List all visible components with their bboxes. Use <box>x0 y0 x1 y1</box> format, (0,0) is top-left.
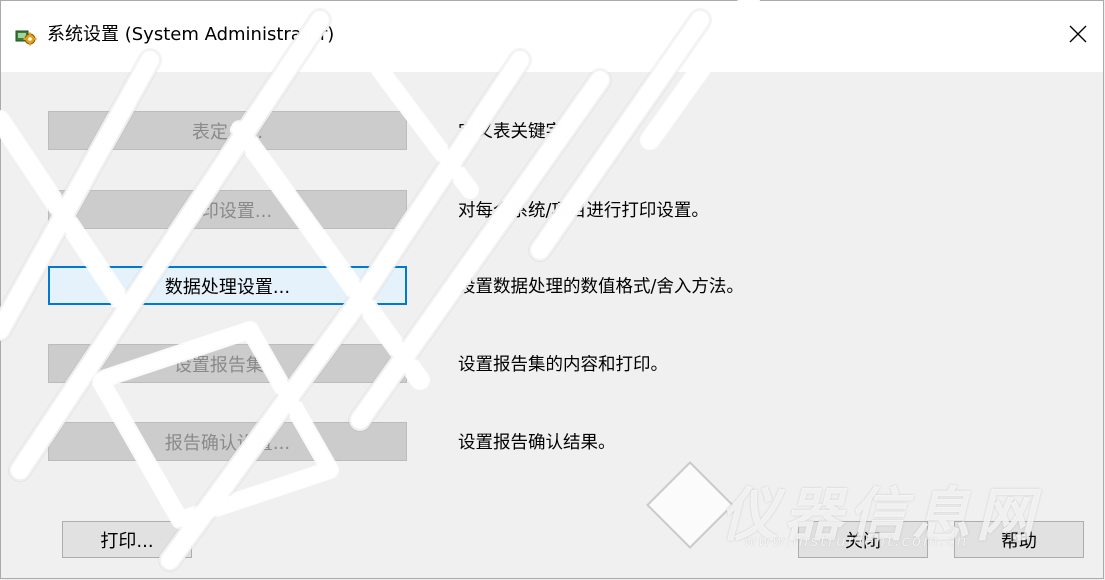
close-button[interactable]: 关闭 <box>798 521 928 558</box>
report-set-settings-button-label: 设置报告集... <box>173 354 282 376</box>
table-definition-description: 定义表关键字。 <box>458 122 581 142</box>
print-button-label: 打印... <box>100 530 154 552</box>
report-confirmation-settings-button-label: 报告确认设置... <box>164 432 291 454</box>
close-button-label: 关闭 <box>845 530 881 552</box>
report-confirmation-settings-button[interactable]: 报告确认设置... <box>48 422 407 461</box>
table-definition-button-label: 表定义... <box>191 121 264 143</box>
settings-gear-icon <box>15 25 37 47</box>
print-button[interactable]: 打印... <box>62 521 192 558</box>
report-set-settings-button[interactable]: 设置报告集... <box>48 344 407 383</box>
window-title: 系统设置 (System Administrator) <box>47 24 335 45</box>
help-button[interactable]: 帮助 <box>954 521 1084 558</box>
print-settings-description: 对每个系统/项目进行打印设置。 <box>458 201 709 221</box>
system-settings-dialog: 系统设置 (System Administrator) 表定义... 定义表关键… <box>0 0 1104 579</box>
report-set-settings-description: 设置报告集的内容和打印。 <box>458 355 668 375</box>
help-button-label: 帮助 <box>1001 530 1037 552</box>
report-confirmation-settings-description: 设置报告确认结果。 <box>458 433 616 453</box>
title-bar[interactable]: 系统设置 (System Administrator) <box>1 1 1103 72</box>
print-settings-button-label: 打印设置... <box>182 200 273 222</box>
data-processing-settings-description: 设置数据处理的数值格式/舍入方法。 <box>458 277 744 297</box>
close-icon[interactable] <box>1061 17 1095 51</box>
print-settings-button[interactable]: 打印设置... <box>48 190 407 229</box>
data-processing-settings-button[interactable]: 数据处理设置... <box>48 266 407 305</box>
table-definition-button[interactable]: 表定义... <box>48 111 407 150</box>
data-processing-settings-button-label: 数据处理设置... <box>164 276 291 298</box>
